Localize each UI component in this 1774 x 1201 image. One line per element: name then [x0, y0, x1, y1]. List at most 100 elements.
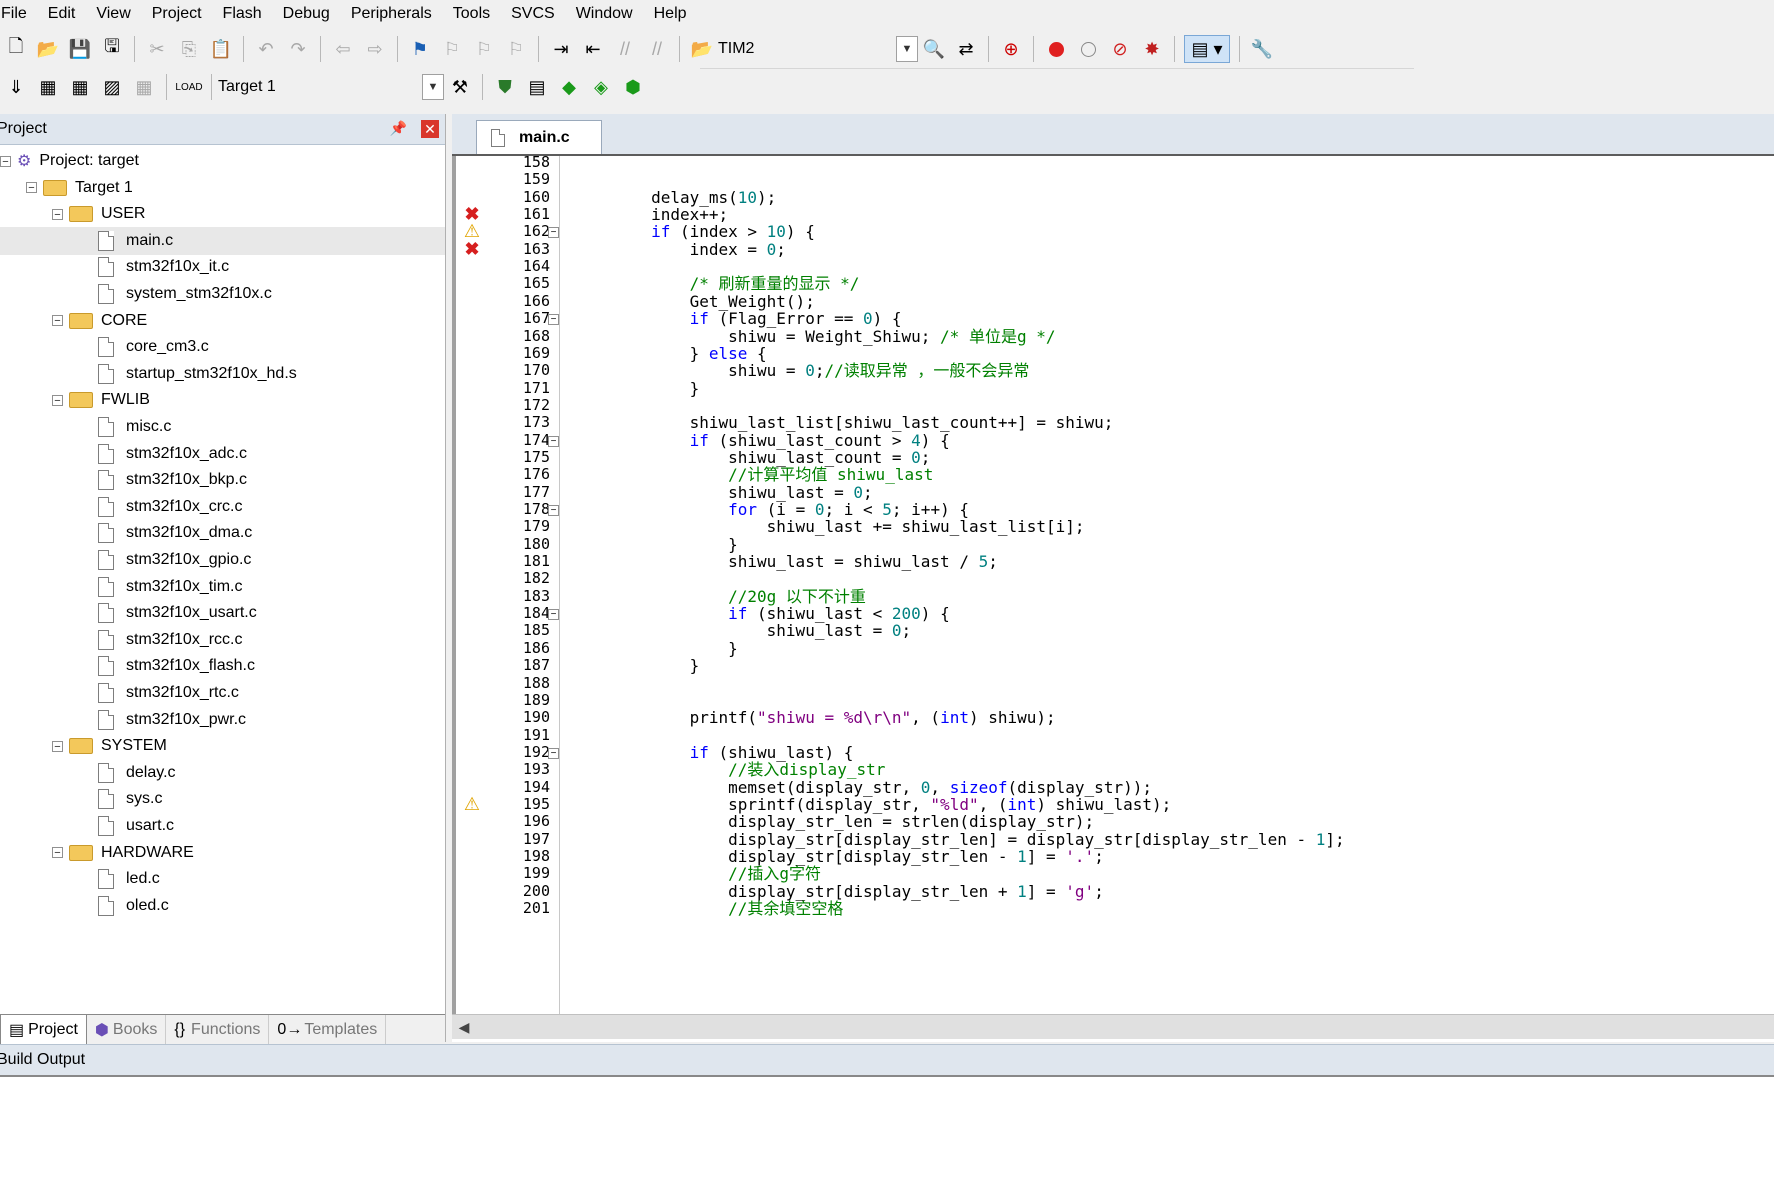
- target-options-icon[interactable]: ⚒: [447, 74, 473, 100]
- scroll-left-icon[interactable]: ◀: [452, 1019, 476, 1036]
- navigate-back-icon[interactable]: ⇦: [330, 36, 356, 62]
- tree-file-item[interactable]: led.c: [98, 865, 160, 893]
- tree-file-item[interactable]: stm32f10x_tim.c: [98, 573, 242, 601]
- fold-icon[interactable]: −: [548, 609, 559, 621]
- indent-icon[interactable]: ⇥: [548, 36, 574, 62]
- disable-all-breakpoints-icon[interactable]: ⊘: [1107, 36, 1133, 62]
- menu-debug[interactable]: Debug: [273, 0, 341, 28]
- editor-gutter[interactable]: 158 159 160 161 ✖ 162 ⚠ −163 ✖ 164 165 166 167−168 16…: [452, 156, 560, 1014]
- collapse-icon[interactable]: −: [52, 847, 63, 859]
- tree-file-item[interactable]: stm32f10x_rcc.c: [98, 626, 242, 654]
- menu-window[interactable]: Window: [566, 0, 644, 28]
- tree-folder-item[interactable]: − SYSTEM: [52, 732, 167, 760]
- save-all-icon[interactable]: 🖫: [99, 36, 125, 62]
- tree-file-item[interactable]: stm32f10x_gpio.c: [98, 546, 251, 574]
- bookmark-icon[interactable]: ⚑: [407, 36, 433, 62]
- tree-file-item[interactable]: usart.c: [98, 812, 174, 840]
- tree-file-item[interactable]: stm32f10x_bkp.c: [98, 466, 247, 494]
- tree-file-item[interactable]: stm32f10x_adc.c: [98, 440, 247, 468]
- tree-file-item[interactable]: stm32f10x_pwr.c: [98, 706, 246, 734]
- manage-project-items-icon[interactable]: ⛊: [492, 74, 518, 100]
- unindent-icon[interactable]: ⇤: [580, 36, 606, 62]
- tree-file-item[interactable]: main.c: [0, 226, 445, 255]
- code-line[interactable]: }: [574, 656, 700, 676]
- menu-view[interactable]: View: [86, 0, 141, 28]
- pin-icon[interactable]: 📌: [390, 120, 407, 137]
- target-select[interactable]: Target 1 ▼: [218, 74, 444, 100]
- tab-books[interactable]: ⬢ Books: [87, 1015, 167, 1045]
- undo-icon[interactable]: ↶: [253, 36, 279, 62]
- find-in-files-icon[interactable]: 📂: [689, 36, 715, 62]
- tree-file-item[interactable]: stm32f10x_crc.c: [98, 493, 242, 521]
- translate-icon[interactable]: ⇓: [3, 74, 29, 100]
- code-line[interactable]: //其余填空空格: [574, 899, 843, 919]
- code-line[interactable]: shiwu_last = shiwu_last / 5;: [574, 552, 998, 572]
- tree-project-root[interactable]: − ⚙ Project: target: [0, 147, 139, 175]
- menu-flash[interactable]: Flash: [213, 0, 273, 28]
- tree-file-item[interactable]: system_stm32f10x.c: [98, 280, 272, 308]
- paste-icon[interactable]: 📋: [208, 36, 234, 62]
- error-icon[interactable]: ✖: [460, 239, 484, 260]
- collapse-icon[interactable]: −: [26, 182, 37, 194]
- code-area[interactable]: 158 159 160 161 ✖ 162 ⚠ −163 ✖ 164 165 166 167−168 16…: [452, 156, 1774, 1014]
- collapse-icon[interactable]: −: [52, 208, 63, 220]
- tree-folder-item[interactable]: − CORE: [52, 307, 147, 335]
- collapse-icon[interactable]: −: [52, 315, 63, 327]
- chevron-down-icon[interactable]: ▼: [896, 36, 918, 62]
- copy-icon[interactable]: ⎘: [176, 36, 202, 62]
- menu-peripherals[interactable]: Peripherals: [341, 0, 443, 28]
- incremental-find-icon[interactable]: ⇄: [953, 36, 979, 62]
- new-file-icon[interactable]: 🗋: [3, 36, 29, 62]
- tree-file-item[interactable]: oled.c: [98, 892, 169, 920]
- download-load-icon[interactable]: LOAD: [175, 74, 202, 100]
- menu-file[interactable]: File: [0, 0, 38, 28]
- tab-functions[interactable]: {} Functions: [166, 1015, 270, 1045]
- debug-session-icon[interactable]: ⊕: [998, 36, 1024, 62]
- tree-file-item[interactable]: misc.c: [98, 413, 171, 441]
- code-line[interactable]: }: [574, 379, 700, 399]
- tree-folder-item[interactable]: − FWLIB: [52, 386, 150, 414]
- rebuild-icon[interactable]: ▦: [67, 74, 93, 100]
- tree-file-item[interactable]: startup_stm32f10x_hd.s: [98, 360, 297, 388]
- cut-icon[interactable]: ✂: [144, 36, 170, 62]
- menu-edit[interactable]: Edit: [38, 0, 87, 28]
- find-combo[interactable]: TIM2 ▼: [718, 36, 918, 62]
- build-icon[interactable]: ▦: [35, 74, 61, 100]
- tree-folder-item[interactable]: − HARDWARE: [52, 839, 194, 867]
- pack-installer-icon[interactable]: ◈: [588, 74, 614, 100]
- tree-file-item[interactable]: stm32f10x_rtc.c: [98, 679, 239, 707]
- close-icon[interactable]: ✕: [421, 120, 439, 138]
- tree-file-item[interactable]: sys.c: [98, 785, 162, 813]
- menu-help[interactable]: Help: [644, 0, 698, 28]
- uncomment-icon[interactable]: //: [644, 36, 670, 62]
- warning-icon[interactable]: ⚠: [460, 794, 484, 815]
- fold-icon[interactable]: −: [548, 435, 559, 447]
- chevron-down-icon[interactable]: ▼: [422, 74, 444, 100]
- code-line[interactable]: index = 0;: [574, 240, 786, 260]
- horizontal-scrollbar[interactable]: ◀: [452, 1014, 1774, 1039]
- tree-file-item[interactable]: stm32f10x_usart.c: [98, 599, 257, 627]
- tree-file-item[interactable]: stm32f10x_it.c: [98, 253, 229, 281]
- insert-breakpoint-icon[interactable]: [1043, 36, 1069, 62]
- save-icon[interactable]: 💾: [67, 36, 93, 62]
- redo-icon[interactable]: ↷: [285, 36, 311, 62]
- menu-tools[interactable]: Tools: [443, 0, 501, 28]
- find-icon[interactable]: 🔍: [921, 36, 947, 62]
- navigate-forward-icon[interactable]: ⇨: [362, 36, 388, 62]
- tree-file-item[interactable]: stm32f10x_dma.c: [98, 519, 252, 547]
- prev-bookmark-icon[interactable]: ⚐: [439, 36, 465, 62]
- configure-icon[interactable]: 🔧: [1249, 36, 1275, 62]
- kill-all-breakpoints-icon[interactable]: ✸: [1139, 36, 1165, 62]
- open-file-icon[interactable]: 📂: [35, 36, 61, 62]
- fold-icon[interactable]: −: [548, 314, 559, 326]
- menu-project[interactable]: Project: [142, 0, 213, 28]
- tree-file-item[interactable]: core_cm3.c: [98, 333, 209, 361]
- code-line[interactable]: printf("shiwu = %d\r\n", (int) shiwu);: [574, 708, 1056, 728]
- tab-templates[interactable]: 0→ Templates: [269, 1015, 387, 1045]
- stop-build-icon[interactable]: ▦: [131, 74, 157, 100]
- select-packs-icon[interactable]: ▤: [524, 74, 550, 100]
- comment-icon[interactable]: //: [612, 36, 638, 62]
- build-output-pane[interactable]: [0, 1077, 1774, 1201]
- fold-icon[interactable]: −: [548, 505, 559, 516]
- clear-bookmarks-icon[interactable]: ⚐: [503, 36, 529, 62]
